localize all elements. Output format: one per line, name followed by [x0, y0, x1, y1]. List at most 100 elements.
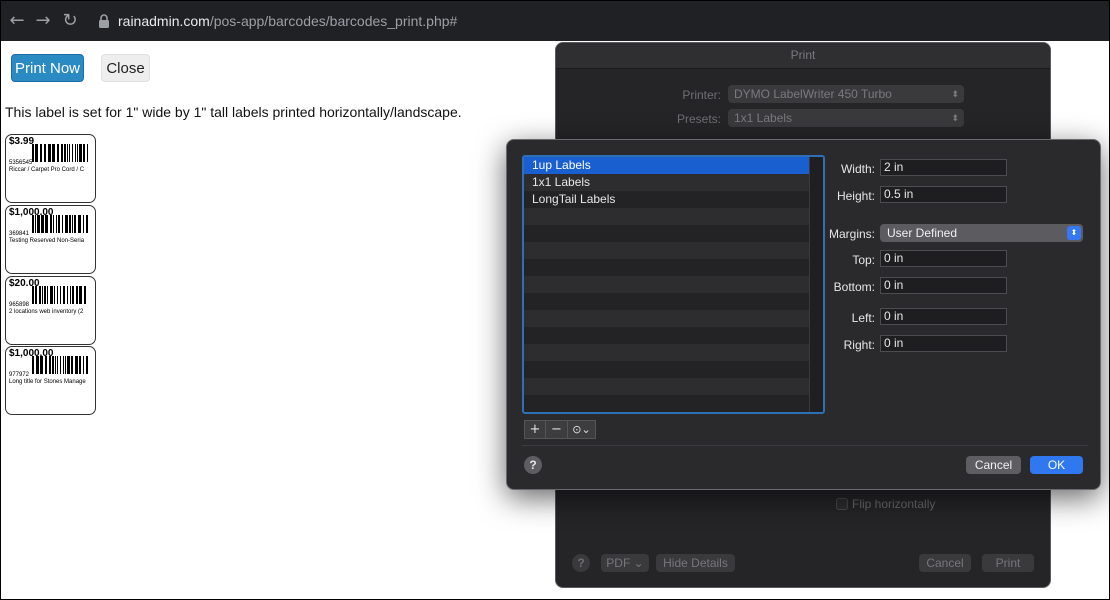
barcode-bar	[86, 215, 88, 233]
paper-size-item	[524, 378, 809, 395]
barcode-icon	[32, 356, 88, 374]
barcode-icon	[32, 286, 86, 304]
barcode-bar	[53, 215, 54, 233]
help-icon[interactable]: ?	[572, 554, 590, 572]
ok-button[interactable]: OK	[1030, 456, 1083, 474]
width-field[interactable]: 2 in	[880, 159, 1007, 176]
barcode-bar	[75, 144, 76, 162]
help-icon[interactable]: ?	[524, 456, 542, 474]
barcode-bar	[61, 144, 63, 162]
paper-size-item	[524, 276, 809, 293]
barcode-bar	[84, 286, 86, 304]
barcode-bar	[79, 144, 82, 162]
paper-size-item	[524, 361, 809, 378]
barcode-bar	[54, 286, 55, 304]
barcode-bar	[52, 144, 55, 162]
paper-size-item[interactable]: 1x1 Labels	[524, 174, 809, 191]
forward-arrow-icon[interactable]: →	[33, 10, 53, 32]
left-margin-field[interactable]: 0 in	[880, 308, 1007, 325]
barcode-bar	[35, 215, 36, 233]
print-cancel-button[interactable]: Cancel	[919, 554, 971, 572]
chevron-down-icon: ⌄	[633, 556, 644, 570]
paper-size-item	[524, 327, 809, 344]
print-button[interactable]: Print	[982, 554, 1034, 572]
barcode-bar	[36, 356, 39, 374]
divider	[522, 445, 1088, 446]
action-menu-button[interactable]: ⊙⌄	[568, 420, 596, 439]
print-dialog-title: Print	[790, 48, 816, 62]
right-margin-field[interactable]: 0 in	[880, 335, 1007, 352]
barcode-bar	[45, 215, 48, 233]
barcode-bar	[44, 286, 46, 304]
label-price: $3.99	[9, 136, 35, 147]
barcode-bar	[50, 215, 52, 233]
paper-size-item	[524, 208, 809, 225]
barcode-bar	[72, 215, 73, 233]
barcode-bar	[70, 286, 71, 304]
flip-horizontally-checkbox[interactable]	[836, 498, 848, 510]
margins-select[interactable]: User Defined ⬍	[880, 224, 1083, 242]
barcode-bar	[37, 215, 40, 233]
paper-size-item	[524, 225, 809, 242]
reload-icon[interactable]: ↻	[60, 10, 80, 32]
barcode-icon	[32, 215, 88, 233]
remove-paper-size-button[interactable]: −	[546, 420, 568, 439]
presets-label: Presets:	[676, 112, 721, 126]
cancel-button[interactable]: Cancel	[966, 456, 1021, 474]
address-bar[interactable]: rainadmin.com/pos-app/barcodes/barcodes_…	[118, 13, 457, 29]
barcode-bar	[39, 286, 41, 304]
paper-size-item[interactable]: LongTail Labels	[524, 191, 809, 208]
barcode-bar	[49, 356, 51, 374]
top-margin-field[interactable]: 0 in	[880, 250, 1007, 267]
paper-size-item[interactable]: 1up Labels	[524, 157, 809, 174]
barcode-bar	[65, 356, 66, 374]
barcode-bar	[87, 144, 88, 162]
barcode-bar	[63, 286, 65, 304]
barcode-bar	[45, 356, 47, 374]
barcode-bar	[83, 356, 84, 374]
back-arrow-icon[interactable]: ←	[7, 10, 27, 32]
close-button[interactable]: Close	[101, 54, 150, 82]
chevron-updown-icon: ⬍	[951, 113, 959, 123]
hide-details-button[interactable]: Hide Details	[656, 554, 735, 572]
barcode-label: $1,000.00 369841 Testing Reserved Non-Se…	[5, 205, 96, 274]
barcode-bar	[42, 286, 43, 304]
paper-size-rows: 1up Labels 1x1 Labels LongTail Labels	[524, 157, 809, 412]
pdf-menu-button[interactable]: PDF ⌄	[601, 554, 649, 572]
barcode-bar	[32, 356, 34, 374]
label-description: Testing Reserved Non-Seria	[9, 238, 85, 244]
print-now-button[interactable]: Print Now	[11, 54, 84, 82]
height-field[interactable]: 0.5 in	[880, 186, 1007, 203]
barcode-bar	[71, 356, 73, 374]
paper-size-item	[524, 259, 809, 276]
add-paper-size-button[interactable]: +	[524, 420, 546, 439]
printer-label: Printer:	[682, 88, 721, 102]
barcode-bar	[86, 356, 88, 374]
barcode-bar	[62, 215, 63, 233]
paper-size-item	[524, 310, 809, 327]
paper-size-item	[524, 344, 809, 361]
barcode-bar	[65, 215, 68, 233]
printer-select[interactable]: DYMO LabelWriter 450 Turbo ⬍	[728, 85, 964, 103]
barcode-label: $20.00 965898 2 locations web inventory …	[5, 276, 96, 345]
barcode-bar	[60, 356, 61, 374]
barcode-bar	[35, 144, 38, 162]
barcode-bar	[57, 356, 58, 374]
barcode-bar	[32, 286, 34, 304]
barcode-bar	[78, 215, 81, 233]
barcode-bar	[60, 286, 61, 304]
list-toolbar: + − ⊙⌄	[524, 420, 596, 439]
barcode-bar	[79, 286, 82, 304]
barcode-bar	[67, 144, 68, 162]
barcode-bar	[40, 144, 42, 162]
presets-select[interactable]: 1x1 Labels ⬍	[728, 109, 964, 127]
margins-label: Margins:	[828, 227, 875, 241]
right-margin-label: Right:	[843, 338, 875, 352]
barcode-bar	[72, 144, 73, 162]
label-description: 2 locations web inventory (2	[9, 309, 84, 315]
barcode-bar	[63, 356, 64, 374]
barcode-bar	[56, 215, 57, 233]
paper-size-list[interactable]: 1up Labels 1x1 Labels LongTail Labels	[522, 155, 825, 414]
bottom-margin-field[interactable]: 0 in	[880, 277, 1007, 294]
barcode-bar	[67, 286, 68, 304]
